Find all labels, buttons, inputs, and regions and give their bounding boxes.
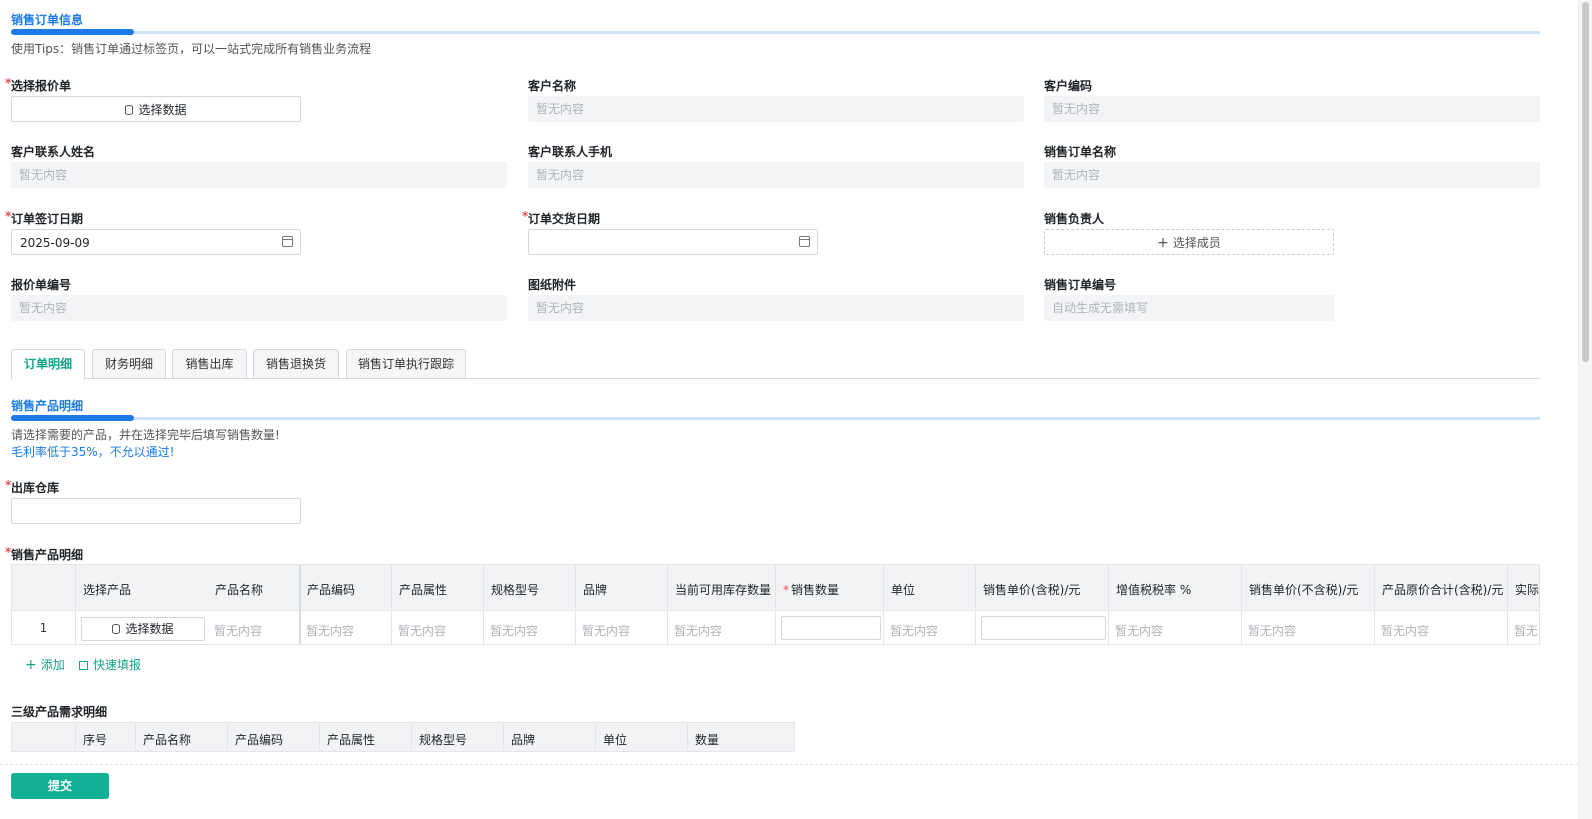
section-underline <box>11 415 1540 421</box>
scrollbar-thumb[interactable] <box>1582 2 1589 362</box>
contact-name-field: 暂无内容 <box>11 162 507 188</box>
sales-owner-label: 销售负责人 <box>1044 212 1105 226</box>
section-underline <box>11 29 1540 35</box>
order-name-label: 销售订单名称 <box>1044 145 1117 159</box>
row-product-code: 暂无内容 <box>306 624 355 638</box>
quote-select-button[interactable]: 选择数据 <box>11 96 301 122</box>
sign-date-picker[interactable]: 2025-09-09 <box>11 229 301 255</box>
order-name-field: 暂无内容 <box>1044 162 1540 188</box>
row-available-stock: 暂无内容 <box>674 624 723 638</box>
quote-no-label: 报价单编号 <box>11 278 72 292</box>
section-header-products: 销售产品明细 <box>11 397 1540 421</box>
col-spec-model: 规格型号 <box>419 733 468 747</box>
col-available-stock: 当前可用库存数量 <box>675 583 772 597</box>
col-brand: 品牌 <box>583 583 608 597</box>
drawing-field: 暂无内容 <box>528 295 1024 321</box>
col-select-product: 选择产品 <box>83 583 132 597</box>
plus-icon: + <box>1157 235 1169 251</box>
row-spec-model: 暂无内容 <box>490 624 539 638</box>
col-product-code: 产品编码 <box>235 733 284 747</box>
col-product-name: 产品名称 <box>215 583 264 597</box>
row-unit-price-input[interactable] <box>981 616 1106 640</box>
tab-sales-return[interactable]: 销售退换货 <box>253 349 339 379</box>
warehouse-select[interactable] <box>11 498 301 524</box>
tab-bar: 订单明细 财务明细 销售出库 销售退换货 销售订单执行跟踪 <box>11 349 1540 380</box>
col-sales-qty: * 销售数量 <box>783 583 840 597</box>
row-vat-rate: 暂无内容 <box>1115 624 1164 638</box>
col-spec-model: 规格型号 <box>491 583 540 597</box>
row-actual: 暂无内容 <box>1514 624 1539 638</box>
tab-sales-outbound[interactable]: 销售出库 <box>172 349 247 379</box>
plus-icon: + <box>25 657 37 673</box>
col-unit: 单位 <box>891 583 916 597</box>
col-quantity: 数量 <box>695 733 720 747</box>
delivery-date-label: * 订单交货日期 <box>522 209 601 226</box>
usage-tip: 使用Tips：销售订单通过标签页，可以一站式完成所有销售业务流程 <box>11 42 372 56</box>
section-title: 销售产品明细 <box>11 399 84 413</box>
row-product-attr: 暂无内容 <box>398 624 447 638</box>
level3-table: 序号 产品名称 产品编码 产品属性 规格型号 品牌 单位 数量 <box>11 722 795 752</box>
sign-date-label: * 订单签订日期 <box>5 209 84 226</box>
col-actual: 实际销 <box>1515 583 1540 597</box>
footer-bar: 提交 <box>0 764 1578 819</box>
order-no-label: 销售订单编号 <box>1044 278 1117 292</box>
calendar-icon <box>799 236 810 247</box>
tab-order-detail[interactable]: 订单明细 <box>11 349 85 380</box>
customer-code-label: 客户编码 <box>1044 79 1093 93</box>
col-product-code: 产品编码 <box>307 583 356 597</box>
order-no-field: 自动生成无需填写 <box>1044 295 1334 321</box>
tab-finance-detail[interactable]: 财务明细 <box>92 349 166 379</box>
quote-no-field: 暂无内容 <box>11 295 507 321</box>
row-unit-price-notax: 暂无内容 <box>1248 624 1297 638</box>
row-original-total: 暂无内容 <box>1381 624 1430 638</box>
row-sales-qty-input[interactable] <box>781 616 881 640</box>
calendar-icon <box>282 236 293 247</box>
page-scrollbar[interactable] <box>1578 0 1592 819</box>
product-tip: 请选择需要的产品，并在选择完毕后填写销售数量! <box>11 428 280 442</box>
select-member-button[interactable]: + 选择成员 <box>1044 229 1334 255</box>
col-product-attr: 产品属性 <box>327 733 376 747</box>
row-product-name: 暂无内容 <box>214 624 263 638</box>
product-detail-label: * 销售产品明细 <box>5 545 84 562</box>
col-unit: 单位 <box>603 733 628 747</box>
tab-order-tracking[interactable]: 销售订单执行跟踪 <box>346 349 466 379</box>
delivery-date-picker[interactable] <box>528 229 818 255</box>
col-seq: 序号 <box>83 733 108 747</box>
customer-code-field: 暂无内容 <box>1044 96 1540 122</box>
row-unit: 暂无内容 <box>890 624 939 638</box>
database-icon <box>125 105 134 115</box>
quick-fill-button[interactable]: 快速填报 <box>79 656 141 673</box>
quote-select-label: * 选择报价单 <box>5 76 72 93</box>
contact-phone-label: 客户联系人手机 <box>528 145 613 159</box>
col-unit-price-notax: 销售单价(不含税)/元 <box>1249 583 1359 597</box>
col-unit-price-tax: 销售单价(含税)/元 <box>983 583 1081 597</box>
col-product-name: 产品名称 <box>143 733 192 747</box>
product-table: 选择产品 产品名称 产品编码 产品属性 规格型号 品牌 当前可用库存数量 * 销售… <box>11 564 1540 645</box>
row-index: 1 <box>39 621 48 635</box>
customer-name-label: 客户名称 <box>528 79 577 93</box>
col-brand: 品牌 <box>511 733 536 747</box>
edit-icon <box>79 661 88 670</box>
warehouse-label: * 出库仓库 <box>5 478 60 495</box>
col-product-attr: 产品属性 <box>399 583 448 597</box>
level3-label: 三级产品需求明细 <box>11 705 108 719</box>
contact-name-label: 客户联系人姓名 <box>11 145 96 159</box>
customer-name-field: 暂无内容 <box>528 96 1024 122</box>
col-original-total: 产品原价合计(含税)/元 <box>1382 583 1504 597</box>
drawing-label: 图纸附件 <box>528 278 577 292</box>
contact-phone-field: 暂无内容 <box>528 162 1024 188</box>
section-title: 销售订单信息 <box>11 13 84 27</box>
row-select-product-button[interactable]: 选择数据 <box>81 617 205 641</box>
row-brand: 暂无内容 <box>582 624 631 638</box>
margin-warning: 毛利率低于35%，不允以通过! <box>11 445 175 459</box>
add-row-button[interactable]: + 添加 <box>25 656 65 673</box>
database-icon <box>112 624 121 634</box>
section-header-order-info: 销售订单信息 <box>11 11 1540 35</box>
col-vat-rate: 增值税税率 % <box>1116 583 1192 597</box>
submit-button[interactable]: 提交 <box>11 773 109 799</box>
